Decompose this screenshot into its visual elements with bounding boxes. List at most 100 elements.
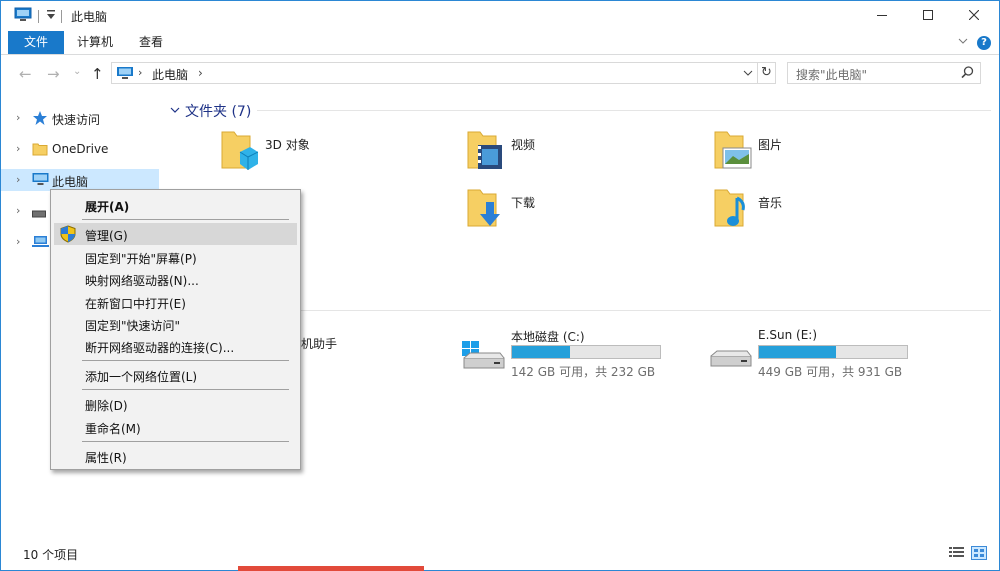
menu-item-add-network-location[interactable]: 添加一个网络位置(L) xyxy=(54,364,297,386)
menu-separator xyxy=(82,219,289,220)
recent-locations-icon[interactable]: ⌄ xyxy=(73,66,81,77)
menu-item-manage[interactable]: 管理(G) xyxy=(54,223,297,245)
folder-item[interactable]: 3D 对象 xyxy=(220,128,450,178)
folder-label: 视频 xyxy=(511,138,536,152)
chevron-right-icon[interactable]: › xyxy=(16,111,20,124)
drive-name: 本地磁盘 (C:) xyxy=(511,330,585,344)
menu-item-label: 展开(A) xyxy=(85,200,130,214)
breadcrumb-chevron-icon[interactable]: › xyxy=(138,66,142,79)
drive-usage-bar xyxy=(511,345,661,359)
menu-item-map-drive[interactable]: 映射网络驱动器(N)... xyxy=(54,268,297,290)
drive-usage-bar xyxy=(758,345,908,359)
drive-usage-fill xyxy=(759,346,836,358)
device-label-partial[interactable]: 机助手 xyxy=(301,335,337,352)
computer-icon xyxy=(32,172,49,190)
windows-drive-icon xyxy=(462,341,506,374)
title-separator xyxy=(38,10,39,23)
menu-item-label: 固定到"开始"屏幕(P) xyxy=(85,252,197,266)
drive-item-e[interactable]: E.Sun (E:) 449 GB 可用，共 931 GB xyxy=(709,328,929,388)
drive-item-c[interactable]: 本地磁盘 (C:) 142 GB 可用，共 232 GB xyxy=(462,328,682,388)
menu-item-properties[interactable]: 属性(R) xyxy=(54,445,297,467)
computer-icon xyxy=(116,66,134,84)
menu-item-pin-start[interactable]: 固定到"开始"屏幕(P) xyxy=(54,246,297,268)
taskbar-highlight xyxy=(238,566,424,571)
search-icon xyxy=(961,66,974,82)
tab-file[interactable]: 文件 xyxy=(8,31,64,54)
context-menu: 展开(A) 管理(G) 固定到"开始"屏幕(P) 映射网络驱动器(N)... 在… xyxy=(50,189,301,470)
menu-item-open-new-window[interactable]: 在新窗口中打开(E) xyxy=(54,291,297,313)
nav-label: 快速访问 xyxy=(52,113,101,127)
folder-label: 3D 对象 xyxy=(265,138,310,152)
refresh-button[interactable]: ↻ xyxy=(758,62,776,84)
maximize-button[interactable] xyxy=(905,1,951,31)
expand-ribbon-icon[interactable] xyxy=(957,35,969,49)
help-button[interactable]: ? xyxy=(977,36,991,50)
chevron-right-icon[interactable]: › xyxy=(16,142,20,155)
title-bar: 此电脑 xyxy=(1,1,999,31)
nav-item-this-pc[interactable]: › 此电脑 xyxy=(1,169,159,191)
menu-item-label: 在新窗口中打开(E) xyxy=(85,297,186,311)
menu-item-label: 断开网络驱动器的连接(C)... xyxy=(85,341,235,355)
section-divider xyxy=(301,310,991,311)
menu-item-delete[interactable]: 删除(D) xyxy=(54,393,297,415)
menu-item-pin-quick-access[interactable]: 固定到"快速访问" xyxy=(54,313,297,335)
collapse-chevron-icon[interactable] xyxy=(169,104,181,118)
address-dropdown-icon[interactable] xyxy=(743,67,753,81)
close-icon xyxy=(968,9,980,23)
pictures-folder-icon xyxy=(713,128,753,175)
item-count: 10 个项目 xyxy=(23,548,79,562)
large-icons-view-icon[interactable] xyxy=(971,546,987,563)
chevron-right-icon[interactable]: › xyxy=(16,235,20,248)
computer-icon[interactable] xyxy=(14,7,32,26)
menu-item-label: 添加一个网络位置(L) xyxy=(85,370,198,384)
folder-label: 音乐 xyxy=(758,196,783,210)
menu-item-rename[interactable]: 重命名(M) xyxy=(54,416,297,438)
tab-computer[interactable]: 计算机 xyxy=(69,31,121,54)
nav-item-quick-access[interactable]: › 快速访问 xyxy=(1,107,159,129)
explorer-window: 此电脑 文件 计算机 查看 ? ← → ⌄ ↑ › 此电脑 › ↻ 搜索"此电脑… xyxy=(0,0,1000,571)
ribbon-tabs: 文件 计算机 查看 ? xyxy=(1,31,999,55)
chevron-right-icon[interactable]: › xyxy=(16,204,20,217)
up-arrow-icon[interactable]: ↑ xyxy=(91,65,104,83)
close-button[interactable] xyxy=(951,1,997,31)
refresh-icon: ↻ xyxy=(761,65,772,80)
menu-item-disconnect-drive[interactable]: 断开网络驱动器的连接(C)... xyxy=(54,335,297,357)
address-bar[interactable]: › 此电脑 › xyxy=(111,62,758,84)
3d-objects-icon xyxy=(220,128,259,175)
menu-separator xyxy=(82,441,289,442)
drive-icon xyxy=(32,207,46,221)
forward-arrow-icon[interactable]: → xyxy=(47,65,60,83)
search-input[interactable]: 搜索"此电脑" xyxy=(787,62,981,84)
tab-view[interactable]: 查看 xyxy=(129,31,173,54)
folder-item[interactable]: 视频 xyxy=(466,128,696,178)
nav-label: 此电脑 xyxy=(52,175,89,189)
nav-item-onedrive[interactable]: › OneDrive xyxy=(1,138,159,160)
breadcrumb-location[interactable]: 此电脑 xyxy=(152,66,188,83)
folders-section-header[interactable]: 文件夹 (7) xyxy=(185,101,251,121)
folder-item[interactable]: 下载 xyxy=(466,186,696,236)
drive-icon xyxy=(709,348,753,373)
nav-label: OneDrive xyxy=(52,142,109,156)
menu-item-label: 映射网络驱动器(N)... xyxy=(85,274,199,288)
details-view-icon[interactable] xyxy=(949,546,965,561)
downloads-folder-icon xyxy=(466,186,504,233)
menu-item-label: 管理(G) xyxy=(85,229,128,243)
menu-item-label: 属性(R) xyxy=(85,451,127,465)
breadcrumb-chevron-icon[interactable]: › xyxy=(198,66,203,80)
menu-separator xyxy=(82,389,289,390)
video-folder-icon xyxy=(466,128,504,175)
drive-space: 449 GB 可用，共 931 GB xyxy=(758,365,903,379)
folder-item[interactable]: 音乐 xyxy=(713,186,943,236)
back-arrow-icon[interactable]: ← xyxy=(19,65,32,83)
chevron-right-icon[interactable]: › xyxy=(16,173,20,186)
title-separator xyxy=(61,10,62,23)
quick-access-dropdown-icon[interactable] xyxy=(46,9,56,24)
folder-item[interactable]: 图片 xyxy=(713,128,943,178)
drive-space: 142 GB 可用，共 232 GB xyxy=(511,365,656,379)
menu-item-label: 重命名(M) xyxy=(85,422,141,436)
menu-item-label: 固定到"快速访问" xyxy=(85,319,181,333)
minimize-button[interactable] xyxy=(859,1,905,31)
folder-label: 下载 xyxy=(511,196,536,210)
shield-icon xyxy=(60,225,76,246)
menu-item-expand[interactable]: 展开(A) xyxy=(54,194,297,216)
